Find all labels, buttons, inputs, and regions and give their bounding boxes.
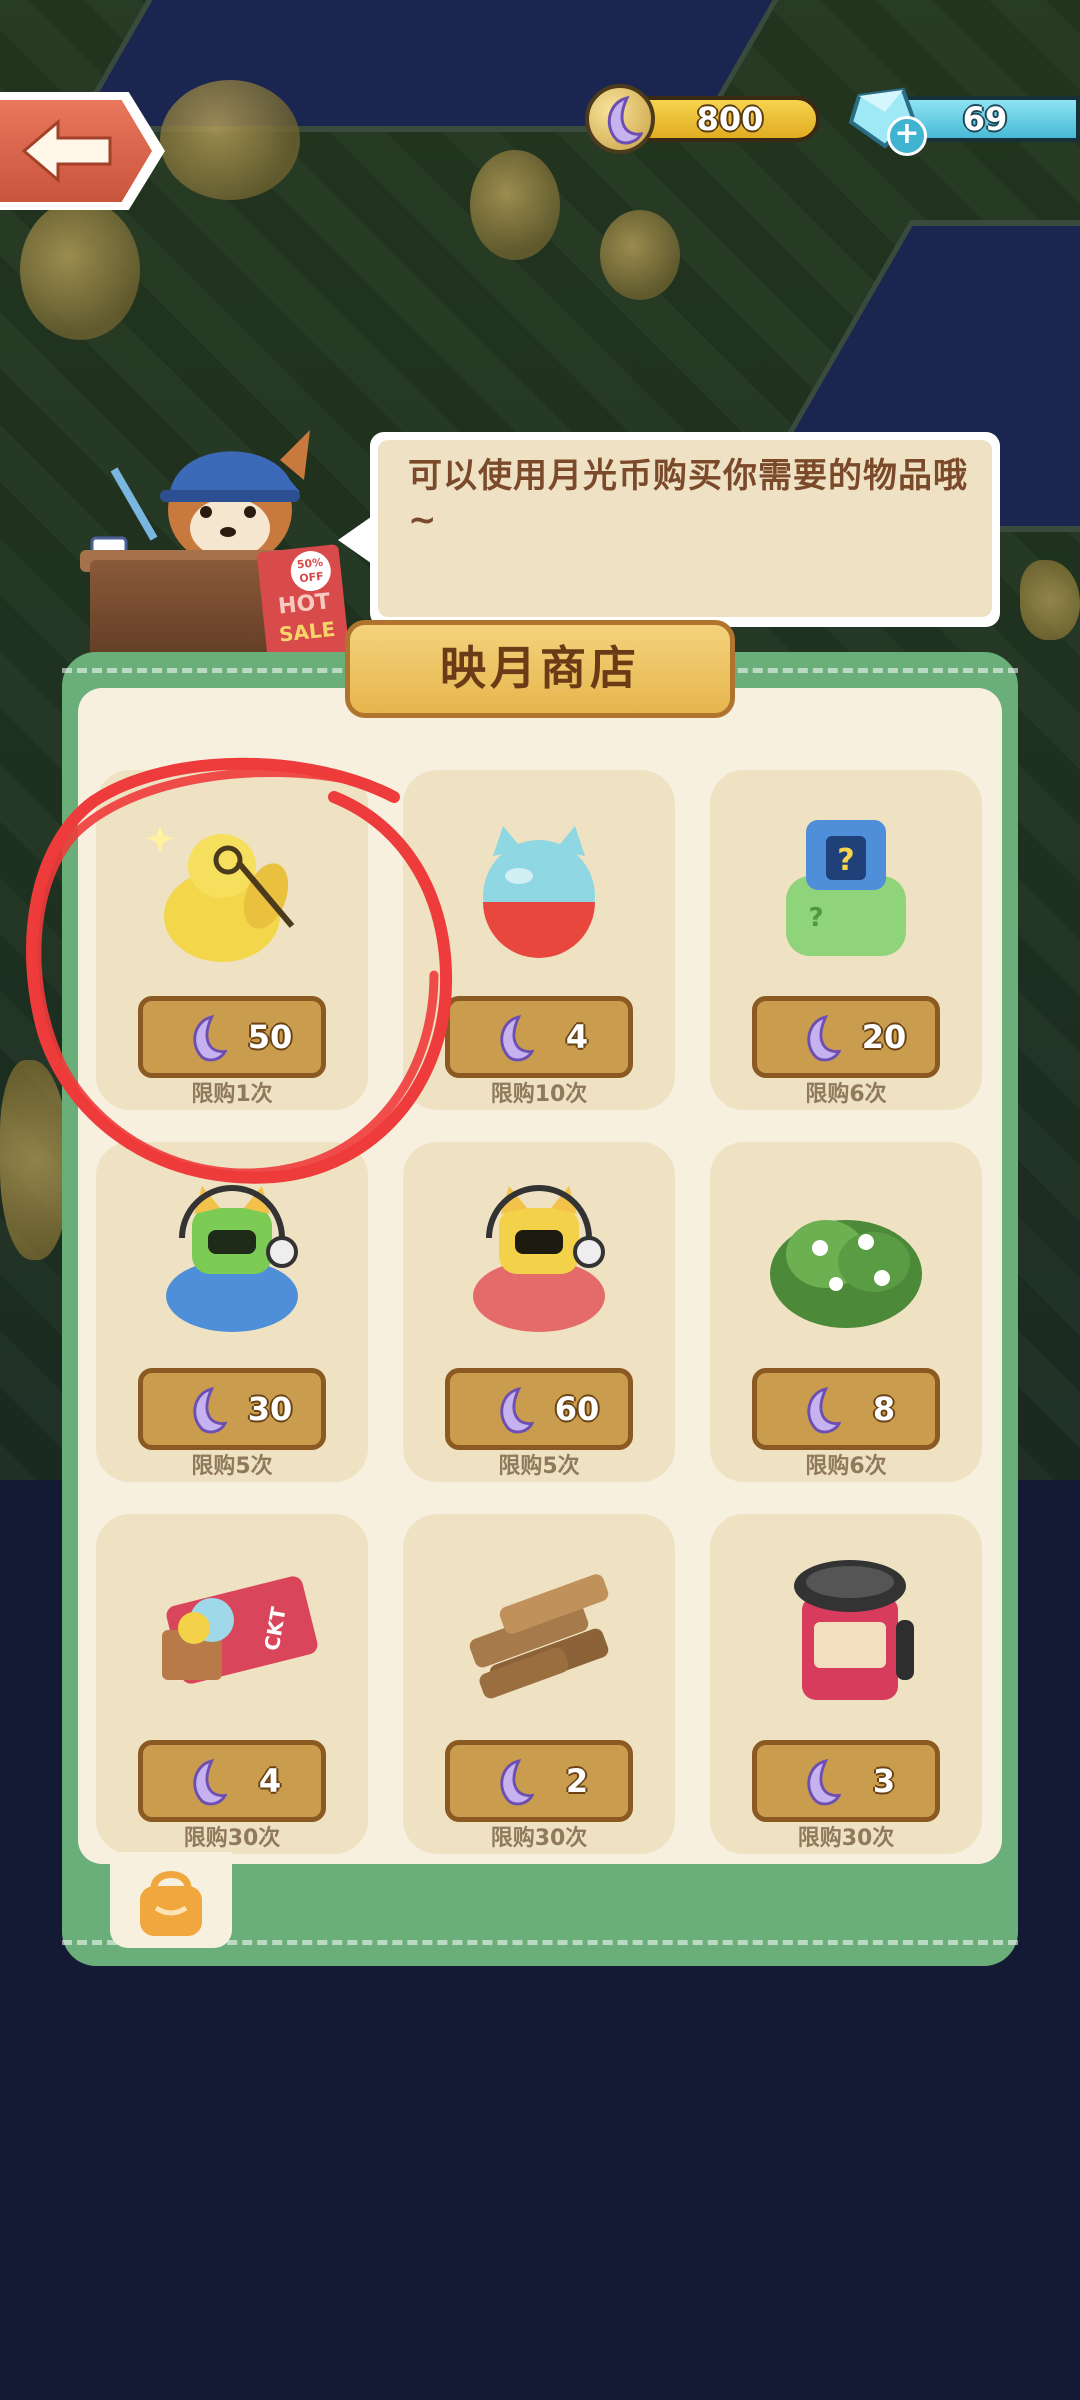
tree-decoration — [600, 210, 680, 300]
moon-coin-icon — [500, 1014, 534, 1062]
cat-capsule-icon — [483, 826, 595, 958]
item-price: 4 — [258, 1762, 282, 1800]
svg-text:?: ? — [808, 903, 823, 933]
moon-coin-value: 800 — [696, 100, 764, 138]
tree-decoration — [160, 80, 300, 200]
tree-decoration — [20, 200, 140, 340]
shop-item-card[interactable]: 2 限购30次 — [403, 1514, 675, 1854]
shop-item-card[interactable]: 8 限购6次 — [710, 1142, 982, 1482]
shop-item-card[interactable]: 50 限购1次 — [96, 770, 368, 1110]
purchase-limit: 限购30次 — [183, 1826, 281, 1851]
add-gems-button[interactable]: + — [887, 116, 927, 156]
shop-item-card[interactable]: ? ? 20 限购6次 — [710, 770, 982, 1110]
item-price: 4 — [565, 1018, 589, 1056]
purchase-limit: 限购1次 — [191, 1082, 273, 1107]
bag-tab[interactable] — [110, 1852, 232, 1948]
moon-coin-counter: 800 — [585, 84, 825, 154]
buy-price-button[interactable]: 4 — [138, 1740, 326, 1822]
buy-price-button[interactable]: 50 — [138, 996, 326, 1078]
purchase-limit: 限购5次 — [191, 1454, 273, 1479]
speech-bubble: 可以使用月光币购买你需要的物品哦~ — [338, 432, 1000, 627]
wood-logs-icon — [469, 1574, 609, 1699]
speech-text: 可以使用月光币购买你需要的物品哦~ — [408, 456, 968, 540]
back-button[interactable] — [0, 92, 165, 210]
shop-item-card[interactable]: 60 限购5次 — [403, 1142, 675, 1482]
shop-item-card[interactable]: 3 限购30次 — [710, 1514, 982, 1854]
svg-text:?: ? — [837, 843, 854, 878]
red-robot-cat-icon — [473, 1185, 605, 1332]
purchase-limit: 限购6次 — [805, 1454, 887, 1479]
shopping-bag-icon — [140, 1871, 202, 1936]
gem-counter: + 69 — [845, 87, 1080, 156]
jam-jar-icon — [794, 1560, 914, 1700]
item-price: 8 — [872, 1390, 896, 1428]
shop-title-plate: 映月商店 — [345, 620, 735, 718]
flower-bush-icon — [770, 1220, 922, 1328]
moon-coin-icon — [500, 1758, 534, 1806]
mystery-bag-icon: ? ? — [786, 820, 906, 956]
purchase-limit: 限购30次 — [797, 1826, 895, 1851]
buy-price-button[interactable]: 2 — [445, 1740, 633, 1822]
purchase-limit: 限购30次 — [490, 1826, 588, 1851]
item-price: 30 — [247, 1390, 293, 1428]
discount-badge: 50% OFF — [288, 549, 333, 593]
shop-item-card[interactable]: CKT 4 限购30次 — [96, 1514, 368, 1854]
sale-label: SALE — [277, 616, 337, 647]
shop-item-card[interactable]: 4 限购10次 — [403, 770, 675, 1110]
moon-coin-icon — [585, 84, 655, 154]
left-arrow-icon — [21, 118, 112, 184]
shop-title: 映月商店 — [440, 641, 640, 695]
moon-coin-icon — [193, 1758, 227, 1806]
gem-value: 69 — [962, 100, 1008, 138]
shop-item-card[interactable]: 30 限购5次 — [96, 1142, 368, 1482]
tree-decoration — [470, 150, 560, 260]
speech-bubble-tail — [338, 512, 378, 568]
buy-price-button[interactable]: 3 — [752, 1740, 940, 1822]
golden-gourd-icon — [146, 826, 295, 962]
buy-price-button[interactable]: 4 — [445, 996, 633, 1078]
moon-coin-icon — [807, 1014, 841, 1062]
moon-coin-icon — [193, 1014, 227, 1062]
buy-price-button[interactable]: 60 — [445, 1368, 633, 1450]
buy-price-button[interactable]: 8 — [752, 1368, 940, 1450]
item-price: 60 — [554, 1390, 600, 1428]
moon-coin-icon — [807, 1758, 841, 1806]
buy-price-button[interactable]: 30 — [138, 1368, 326, 1450]
buy-price-button[interactable]: 20 — [752, 996, 940, 1078]
item-price: 2 — [565, 1762, 589, 1800]
purchase-limit: 限购6次 — [805, 1082, 887, 1107]
hot-label: HOT — [277, 589, 332, 620]
moon-coin-icon — [807, 1386, 841, 1434]
blue-robot-cat-icon — [166, 1185, 298, 1332]
item-price: 3 — [872, 1762, 896, 1800]
moon-coin-icon — [500, 1386, 534, 1434]
discount-off: OFF — [298, 569, 325, 586]
item-price: 20 — [861, 1018, 907, 1056]
moon-coin-icon — [193, 1386, 227, 1434]
purchase-limit: 限购5次 — [498, 1454, 580, 1479]
ticket-icon: CKT — [162, 1576, 318, 1684]
item-price: 50 — [247, 1018, 293, 1056]
purchase-limit: 限购10次 — [490, 1082, 588, 1107]
hot-sale-sign: 50% OFF HOT SALE — [256, 544, 350, 660]
